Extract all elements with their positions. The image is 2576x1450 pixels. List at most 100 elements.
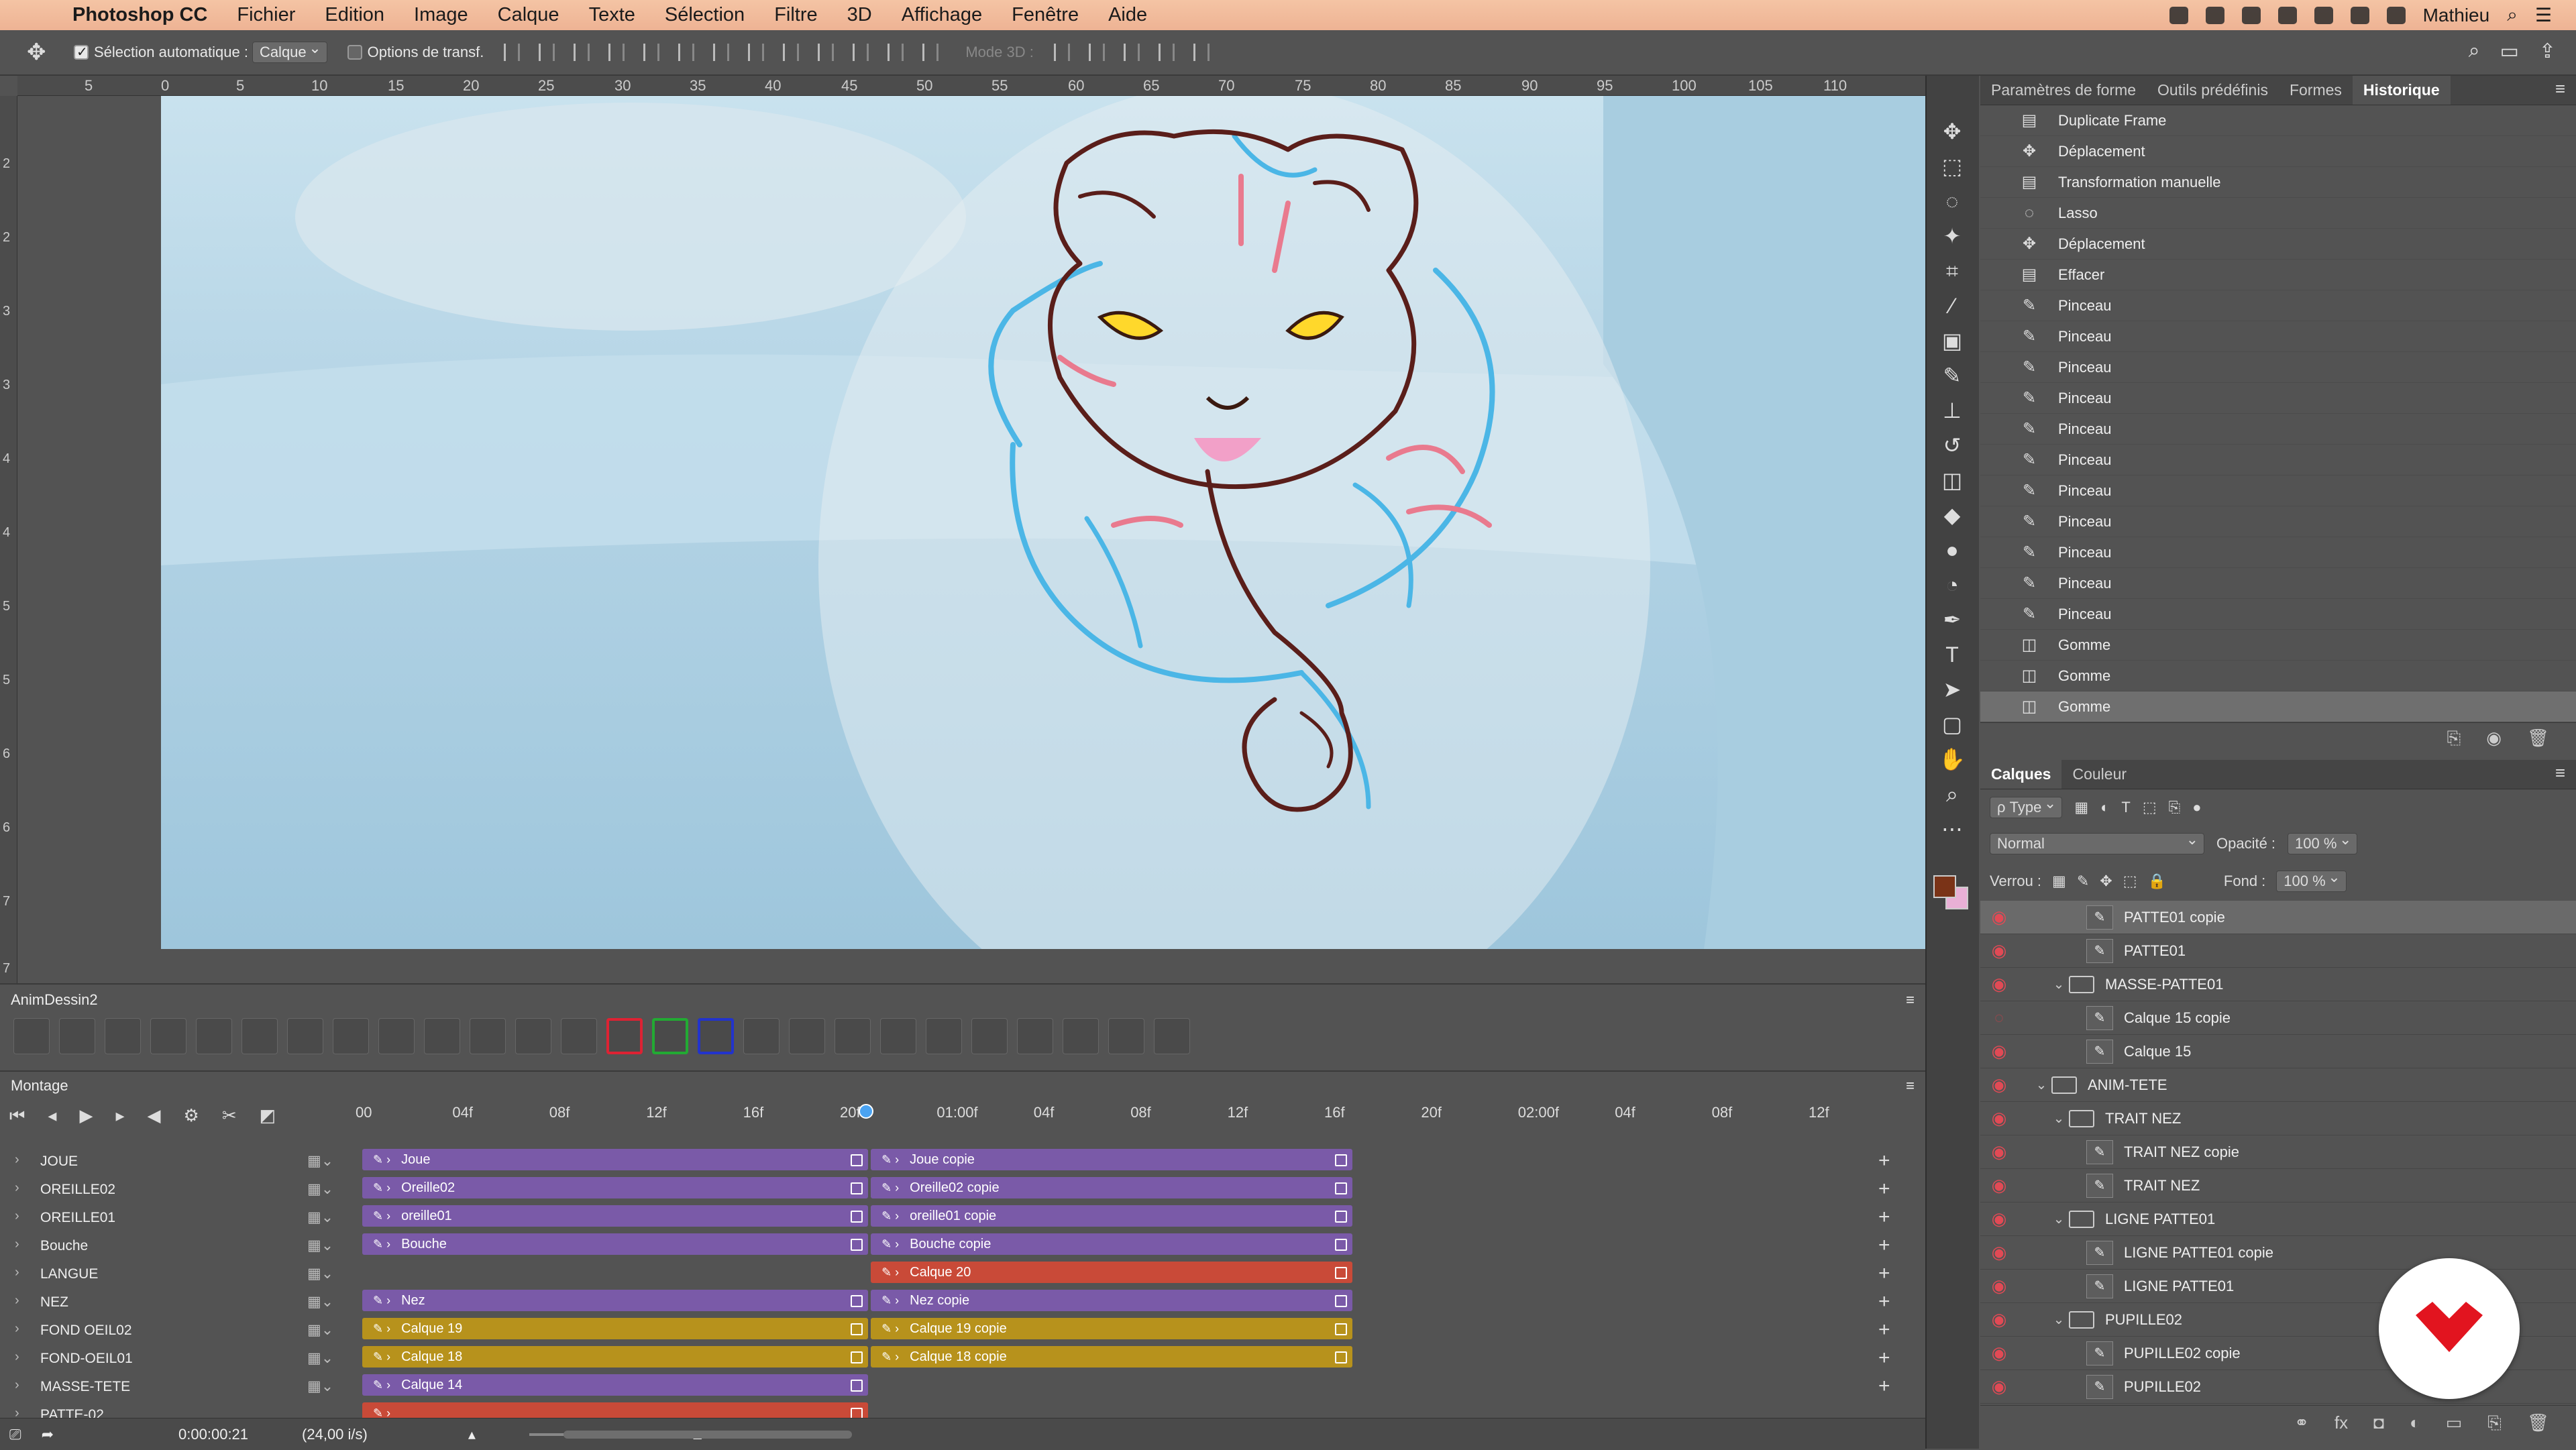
- playhead[interactable]: [859, 1104, 873, 1119]
- auto-select-dropdown[interactable]: Calque: [252, 40, 327, 63]
- battery-icon[interactable]: [2386, 6, 2406, 24]
- timeline-ruler[interactable]: 00 04f 08f 12f 16f 20f 01:00f 04f 08f 12f 16f 20f 02…: [356, 1101, 1870, 1135]
- timeline-clip[interactable]: Bouche: [362, 1233, 869, 1255]
- timeline-track[interactable]: › OREILLE01 ▦⌄ + oreille01 oreille01 copie: [0, 1203, 1925, 1231]
- expand-chevron-icon[interactable]: ›: [15, 1265, 19, 1280]
- auto-select-checkbox[interactable]: [74, 44, 89, 60]
- healing-tool-icon[interactable]: ▣: [1939, 327, 1966, 354]
- next-frame-icon[interactable]: ▸: [115, 1105, 124, 1127]
- timeline-clip[interactable]: Calque 19 copie: [871, 1318, 1353, 1339]
- app-menu[interactable]: Photoshop CC: [72, 4, 207, 26]
- add-clip-icon[interactable]: +: [1878, 1262, 1890, 1285]
- anim-red-button[interactable]: [606, 1018, 643, 1054]
- timeline-clip[interactable]: Oreille02 copie: [871, 1177, 1353, 1198]
- timeline-clip[interactable]: Calque 20: [871, 1262, 1353, 1283]
- slide-3d-icon[interactable]: [1158, 44, 1175, 61]
- history-item[interactable]: ▤ Effacer: [1980, 260, 2576, 290]
- spotlight-icon[interactable]: ⌕: [2507, 4, 2518, 26]
- frame-mode-icon[interactable]: ⎚: [9, 1426, 21, 1443]
- layer-filter-dropdown[interactable]: ρ Type: [1990, 795, 2063, 818]
- marquee-tool-icon[interactable]: ⬚: [1939, 153, 1966, 180]
- layer-row[interactable]: ◉ ✎ PATTE01: [1980, 934, 2576, 968]
- anim-in-button[interactable]: [926, 1018, 962, 1054]
- expand-chevron-icon[interactable]: ⌄: [2049, 976, 2069, 993]
- wifi-icon[interactable]: [2277, 6, 2297, 24]
- layer-row[interactable]: ◉ ✎ TRAIT NEZ: [1980, 1169, 2576, 1203]
- anim-select-button[interactable]: [378, 1018, 415, 1054]
- align-vcenter-icon[interactable]: [539, 44, 555, 61]
- tab-formes[interactable]: Formes: [2279, 76, 2353, 105]
- history-item[interactable]: ▤ Duplicate Frame: [1980, 105, 2576, 136]
- layer-row[interactable]: ◉ ✎ Calque 15: [1980, 1035, 2576, 1068]
- workspace-icon[interactable]: ▭: [2500, 40, 2519, 63]
- ruler-horizontal[interactable]: 5 0 5 10 15 20 25 30 35 40 45 50 55 60 6…: [17, 76, 1925, 96]
- align-right-icon[interactable]: [678, 44, 695, 61]
- first-frame-icon[interactable]: ⏮: [9, 1105, 25, 1127]
- expand-chevron-icon[interactable]: ›: [15, 1378, 19, 1393]
- distribute-bottom-icon[interactable]: [783, 44, 800, 61]
- visibility-eye-icon[interactable]: ◉: [1980, 1376, 2018, 1397]
- history-item[interactable]: ✥ Déplacement: [1980, 136, 2576, 167]
- volume-icon[interactable]: [2314, 6, 2333, 24]
- add-clip-icon[interactable]: +: [1878, 1290, 1890, 1313]
- distribute-left-icon[interactable]: [818, 44, 835, 61]
- add-clip-icon[interactable]: +: [1878, 1206, 1890, 1229]
- distribute-right-icon[interactable]: [888, 44, 904, 61]
- history-item[interactable]: ▤ Transformation manuelle: [1980, 167, 2576, 198]
- align-top-icon[interactable]: [504, 44, 521, 61]
- menu-image[interactable]: Image: [414, 4, 468, 26]
- path-select-tool-icon[interactable]: ➤: [1939, 676, 1966, 703]
- visibility-eye-icon[interactable]: ◉: [1980, 1309, 2018, 1330]
- anim-duplicate-button[interactable]: [287, 1018, 323, 1054]
- layer-row[interactable]: ◉ ⌄ TRAIT NEZ: [1980, 1102, 2576, 1135]
- track-options-icon[interactable]: ▦⌄: [307, 1209, 333, 1226]
- anim-new-frame-button[interactable]: [13, 1018, 50, 1054]
- audio-icon[interactable]: ◀: [148, 1105, 161, 1127]
- track-options-icon[interactable]: ▦⌄: [307, 1293, 333, 1310]
- track-options-icon[interactable]: ▦⌄: [307, 1237, 333, 1254]
- panel-menu-icon[interactable]: ≡: [1906, 991, 1915, 1008]
- tab-historique[interactable]: Historique: [2352, 76, 2451, 105]
- scissors-icon[interactable]: ✂: [222, 1105, 237, 1127]
- expand-chevron-icon[interactable]: ›: [15, 1293, 19, 1308]
- layer-row[interactable]: ◉ ⌄ LIGNE PATTE01: [1980, 1203, 2576, 1236]
- visibility-eye-icon[interactable]: ◉: [1980, 940, 2018, 961]
- expand-chevron-icon[interactable]: ⌄: [2031, 1076, 2051, 1093]
- timeline-clip[interactable]: Nez copie: [871, 1290, 1353, 1311]
- expand-chevron-icon[interactable]: ›: [15, 1152, 19, 1168]
- anim-blue-button[interactable]: [698, 1018, 734, 1054]
- timeline-clip[interactable]: Joue copie: [871, 1149, 1353, 1170]
- timeline-track[interactable]: › FOND OEIL02 ▦⌄ + Calque 19 Calque 19 copie: [0, 1316, 1925, 1344]
- track-options-icon[interactable]: ▦⌄: [307, 1321, 333, 1339]
- blend-mode-dropdown[interactable]: Normal: [1990, 831, 2204, 854]
- hand-tool-icon[interactable]: ✋: [1939, 746, 1966, 773]
- anim-help-button[interactable]: [1154, 1018, 1190, 1054]
- blur-tool-icon[interactable]: ●: [1939, 537, 1966, 563]
- add-clip-icon[interactable]: +: [1878, 1319, 1890, 1341]
- layer-row[interactable]: ◉ ⌄ MASSE-PATTE01: [1980, 968, 2576, 1001]
- timeline-clip[interactable]: oreille01 copie: [871, 1205, 1353, 1227]
- expand-chevron-icon[interactable]: ›: [15, 1349, 19, 1365]
- fx-icon[interactable]: fx: [2334, 1412, 2348, 1433]
- history-item[interactable]: ◫ Gomme: [1980, 630, 2576, 661]
- menu-aide[interactable]: Aide: [1108, 4, 1147, 26]
- timeline-track[interactable]: › JOUE ▦⌄ + Joue Joue copie: [0, 1147, 1925, 1175]
- new-document-icon[interactable]: ⎘: [2447, 728, 2461, 749]
- tab-parametres-forme[interactable]: Paramètres de forme: [1980, 76, 2147, 105]
- menu-edition[interactable]: Edition: [325, 4, 384, 26]
- add-clip-icon[interactable]: +: [1878, 1234, 1890, 1257]
- anim-delete-button[interactable]: [333, 1018, 369, 1054]
- camera-3d-icon[interactable]: [1193, 44, 1210, 61]
- eject-icon[interactable]: [2350, 6, 2369, 24]
- anim-shorten-button[interactable]: [515, 1018, 551, 1054]
- history-item[interactable]: ✎ Pinceau: [1980, 321, 2576, 352]
- history-item[interactable]: ✎ Pinceau: [1980, 445, 2576, 476]
- prev-frame-icon[interactable]: ◂: [48, 1105, 56, 1127]
- panel-menu-icon[interactable]: ≡: [1906, 1077, 1915, 1094]
- anim-clear-color-button[interactable]: [743, 1018, 780, 1054]
- timeline-clip[interactable]: Calque 14: [362, 1374, 869, 1396]
- anim-explode-button[interactable]: [105, 1018, 141, 1054]
- menu-texte[interactable]: Texte: [589, 4, 635, 26]
- timeline-track[interactable]: › NEZ ▦⌄ + Nez Nez copie: [0, 1288, 1925, 1316]
- menu-calque[interactable]: Calque: [498, 4, 559, 26]
